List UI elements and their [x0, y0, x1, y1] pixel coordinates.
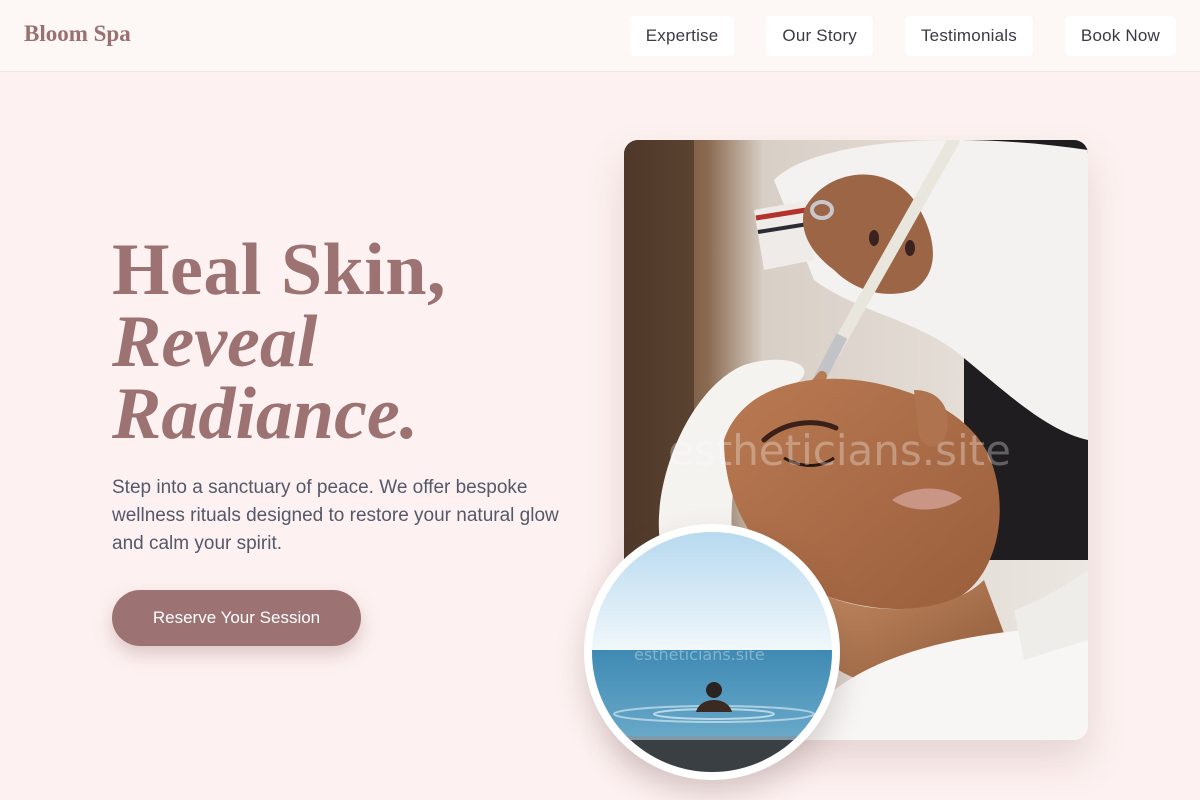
hero-title-line-1: Heal Skin, — [112, 229, 446, 311]
nav-item-testimonials[interactable]: Testimonials — [904, 16, 1033, 56]
brand-logo[interactable]: Bloom Spa — [24, 21, 131, 47]
nav-item-book-now[interactable]: Book Now — [1064, 16, 1176, 56]
watermark: estheticians.site — [668, 426, 1011, 475]
reserve-session-button[interactable]: Reserve Your Session — [112, 590, 361, 646]
hero-title: Heal Skin, Reveal Radiance. — [112, 229, 446, 455]
nav-item-our-story[interactable]: Our Story — [766, 16, 873, 56]
hero-title-line-2: Reveal — [112, 301, 318, 383]
hero-description: Step into a sanctuary of peace. We offer… — [112, 477, 559, 554]
hero-title-line-3: Radiance. — [112, 373, 419, 455]
pool-image: estheticians.site — [592, 532, 832, 772]
nav-item-expertise[interactable]: Expertise — [629, 16, 735, 56]
watermark-small: estheticians.site — [634, 645, 765, 664]
main-nav: Expertise Our Story Testimonials Book No… — [629, 16, 1176, 56]
site-header: Bloom Spa Expertise Our Story Testimonia… — [0, 0, 1200, 72]
pool-image-frame: estheticians.site — [584, 524, 840, 780]
